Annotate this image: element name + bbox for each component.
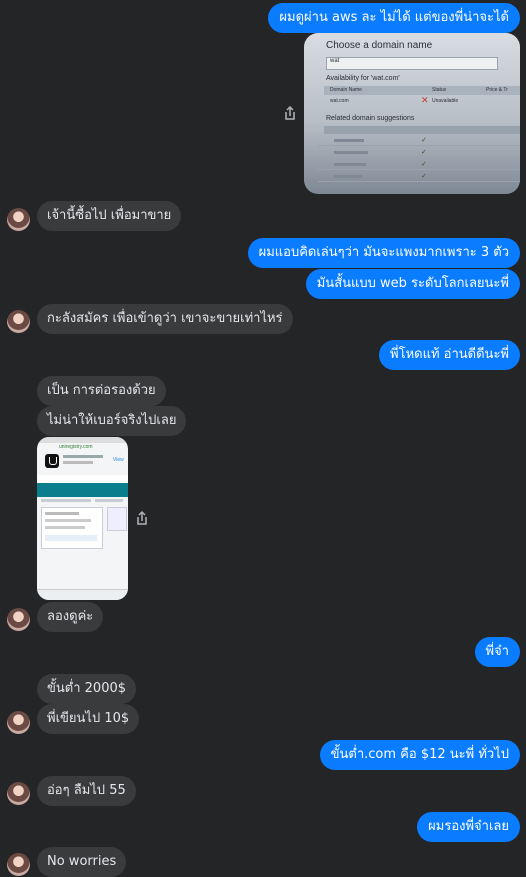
- avatar[interactable]: [7, 853, 30, 876]
- column-header: Price & Tr: [486, 87, 508, 93]
- message-incoming[interactable]: ขั้นต่ำ 2000$: [37, 674, 137, 704]
- message-text: อ่อๆ ลืมไป 55: [47, 783, 126, 798]
- registry-phone-screenshot[interactable]: uniregistry.com View: [37, 437, 128, 600]
- message-text: เป็น การต่อรองด้วย: [47, 383, 156, 398]
- message-text: กะลังสมัคร เพื่อเข้าดูว่า เขาจะขายเท่าไห…: [47, 311, 283, 326]
- message-text: ลองดูค่ะ: [47, 609, 94, 624]
- app-logo-icon: [45, 454, 59, 468]
- message-text: เจ้านี้ซื้อไป เพื่อมาขาย: [47, 208, 172, 223]
- avatar[interactable]: [7, 782, 30, 805]
- message-text: No worries: [47, 854, 117, 869]
- avatar[interactable]: [7, 711, 30, 734]
- check-icon: ✓: [421, 172, 427, 180]
- unavailable-x-icon: ✕: [421, 95, 429, 105]
- url-text: uniregistry.com: [59, 444, 93, 450]
- message-text: พี่จ๋า: [485, 644, 510, 659]
- message-text: ขั้นต่ำ.com คือ $12 นะพี่ ทั่วไป: [330, 747, 509, 762]
- message-incoming[interactable]: อ่อๆ ลืมไป 55: [37, 776, 136, 806]
- message-text: มันสั้นแบบ web ระดับโลกเลยนะพี่: [316, 276, 509, 291]
- share-icon[interactable]: [133, 509, 151, 527]
- column-header: Status: [432, 87, 447, 93]
- message-incoming[interactable]: ไม่น่าให้เบอร์จริงไปเลย: [37, 406, 187, 436]
- share-icon[interactable]: [281, 104, 299, 122]
- message-outgoing[interactable]: มันสั้นแบบ web ระดับโลกเลยนะพี่: [305, 269, 520, 299]
- result-domain: wat.com: [330, 98, 349, 104]
- message-outgoing[interactable]: พี่จ๋า: [474, 637, 520, 667]
- domain-search-photo[interactable]: Choose a domain name wat Availability fo…: [304, 33, 520, 194]
- avatar[interactable]: [7, 208, 30, 231]
- column-header: Domain Name: [330, 87, 362, 93]
- message-text: ขั้นต่ำ 2000$: [47, 681, 127, 696]
- message-outgoing[interactable]: ผมดูผ่าน aws ละ ไม่ได้ แต่ของพี่น่าจะได้: [268, 3, 520, 33]
- domain-title: Choose a domain name: [326, 40, 433, 51]
- check-icon: ✓: [421, 148, 427, 156]
- message-incoming[interactable]: ลองดูค่ะ: [37, 602, 104, 632]
- message-text: ผมแอบคิดเล่นๆว่า มันจะแพงมากเพราะ 3 ตัว: [258, 245, 509, 260]
- related-heading: Related domain suggestions: [326, 115, 415, 122]
- message-text: พี่เขียนไป 10$: [47, 711, 130, 726]
- message-incoming[interactable]: เจ้านี้ซื้อไป เพื่อมาขาย: [37, 201, 182, 231]
- message-outgoing[interactable]: ผมแอบคิดเล่นๆว่า มันจะแพงมากเพราะ 3 ตัว: [247, 238, 520, 268]
- message-outgoing[interactable]: ผมรองพี่จ๋าเลย: [417, 812, 520, 842]
- domain-query: wat: [330, 58, 340, 64]
- check-icon: ✓: [421, 160, 427, 168]
- avatar[interactable]: [7, 608, 30, 631]
- message-text: พี่โหดแท้ อ่านดีดีนะพี่: [390, 347, 509, 362]
- message-incoming[interactable]: พี่เขียนไป 10$: [37, 704, 140, 734]
- message-text: ผมรองพี่จ๋าเลย: [428, 819, 509, 834]
- message-text: ไม่น่าให้เบอร์จริงไปเลย: [47, 413, 177, 428]
- message-incoming[interactable]: กะลังสมัคร เพื่อเข้าดูว่า เขาจะขายเท่าไห…: [37, 304, 293, 334]
- message-outgoing[interactable]: พี่โหดแท้ อ่านดีดีนะพี่: [379, 340, 520, 370]
- check-icon: ✓: [421, 136, 427, 144]
- message-outgoing[interactable]: ขั้นต่ำ.com คือ $12 นะพี่ ทั่วไป: [319, 740, 520, 770]
- view-link[interactable]: View: [113, 457, 124, 463]
- avatar[interactable]: [7, 310, 30, 333]
- message-incoming[interactable]: เป็น การต่อรองด้วย: [37, 376, 166, 406]
- message-incoming[interactable]: No worries: [37, 847, 127, 877]
- availability-text: Availability for 'wat.com': [326, 75, 400, 82]
- result-status: Unavailable: [432, 98, 459, 104]
- message-text: ผมดูผ่าน aws ละ ไม่ได้ แต่ของพี่น่าจะได้: [279, 10, 509, 25]
